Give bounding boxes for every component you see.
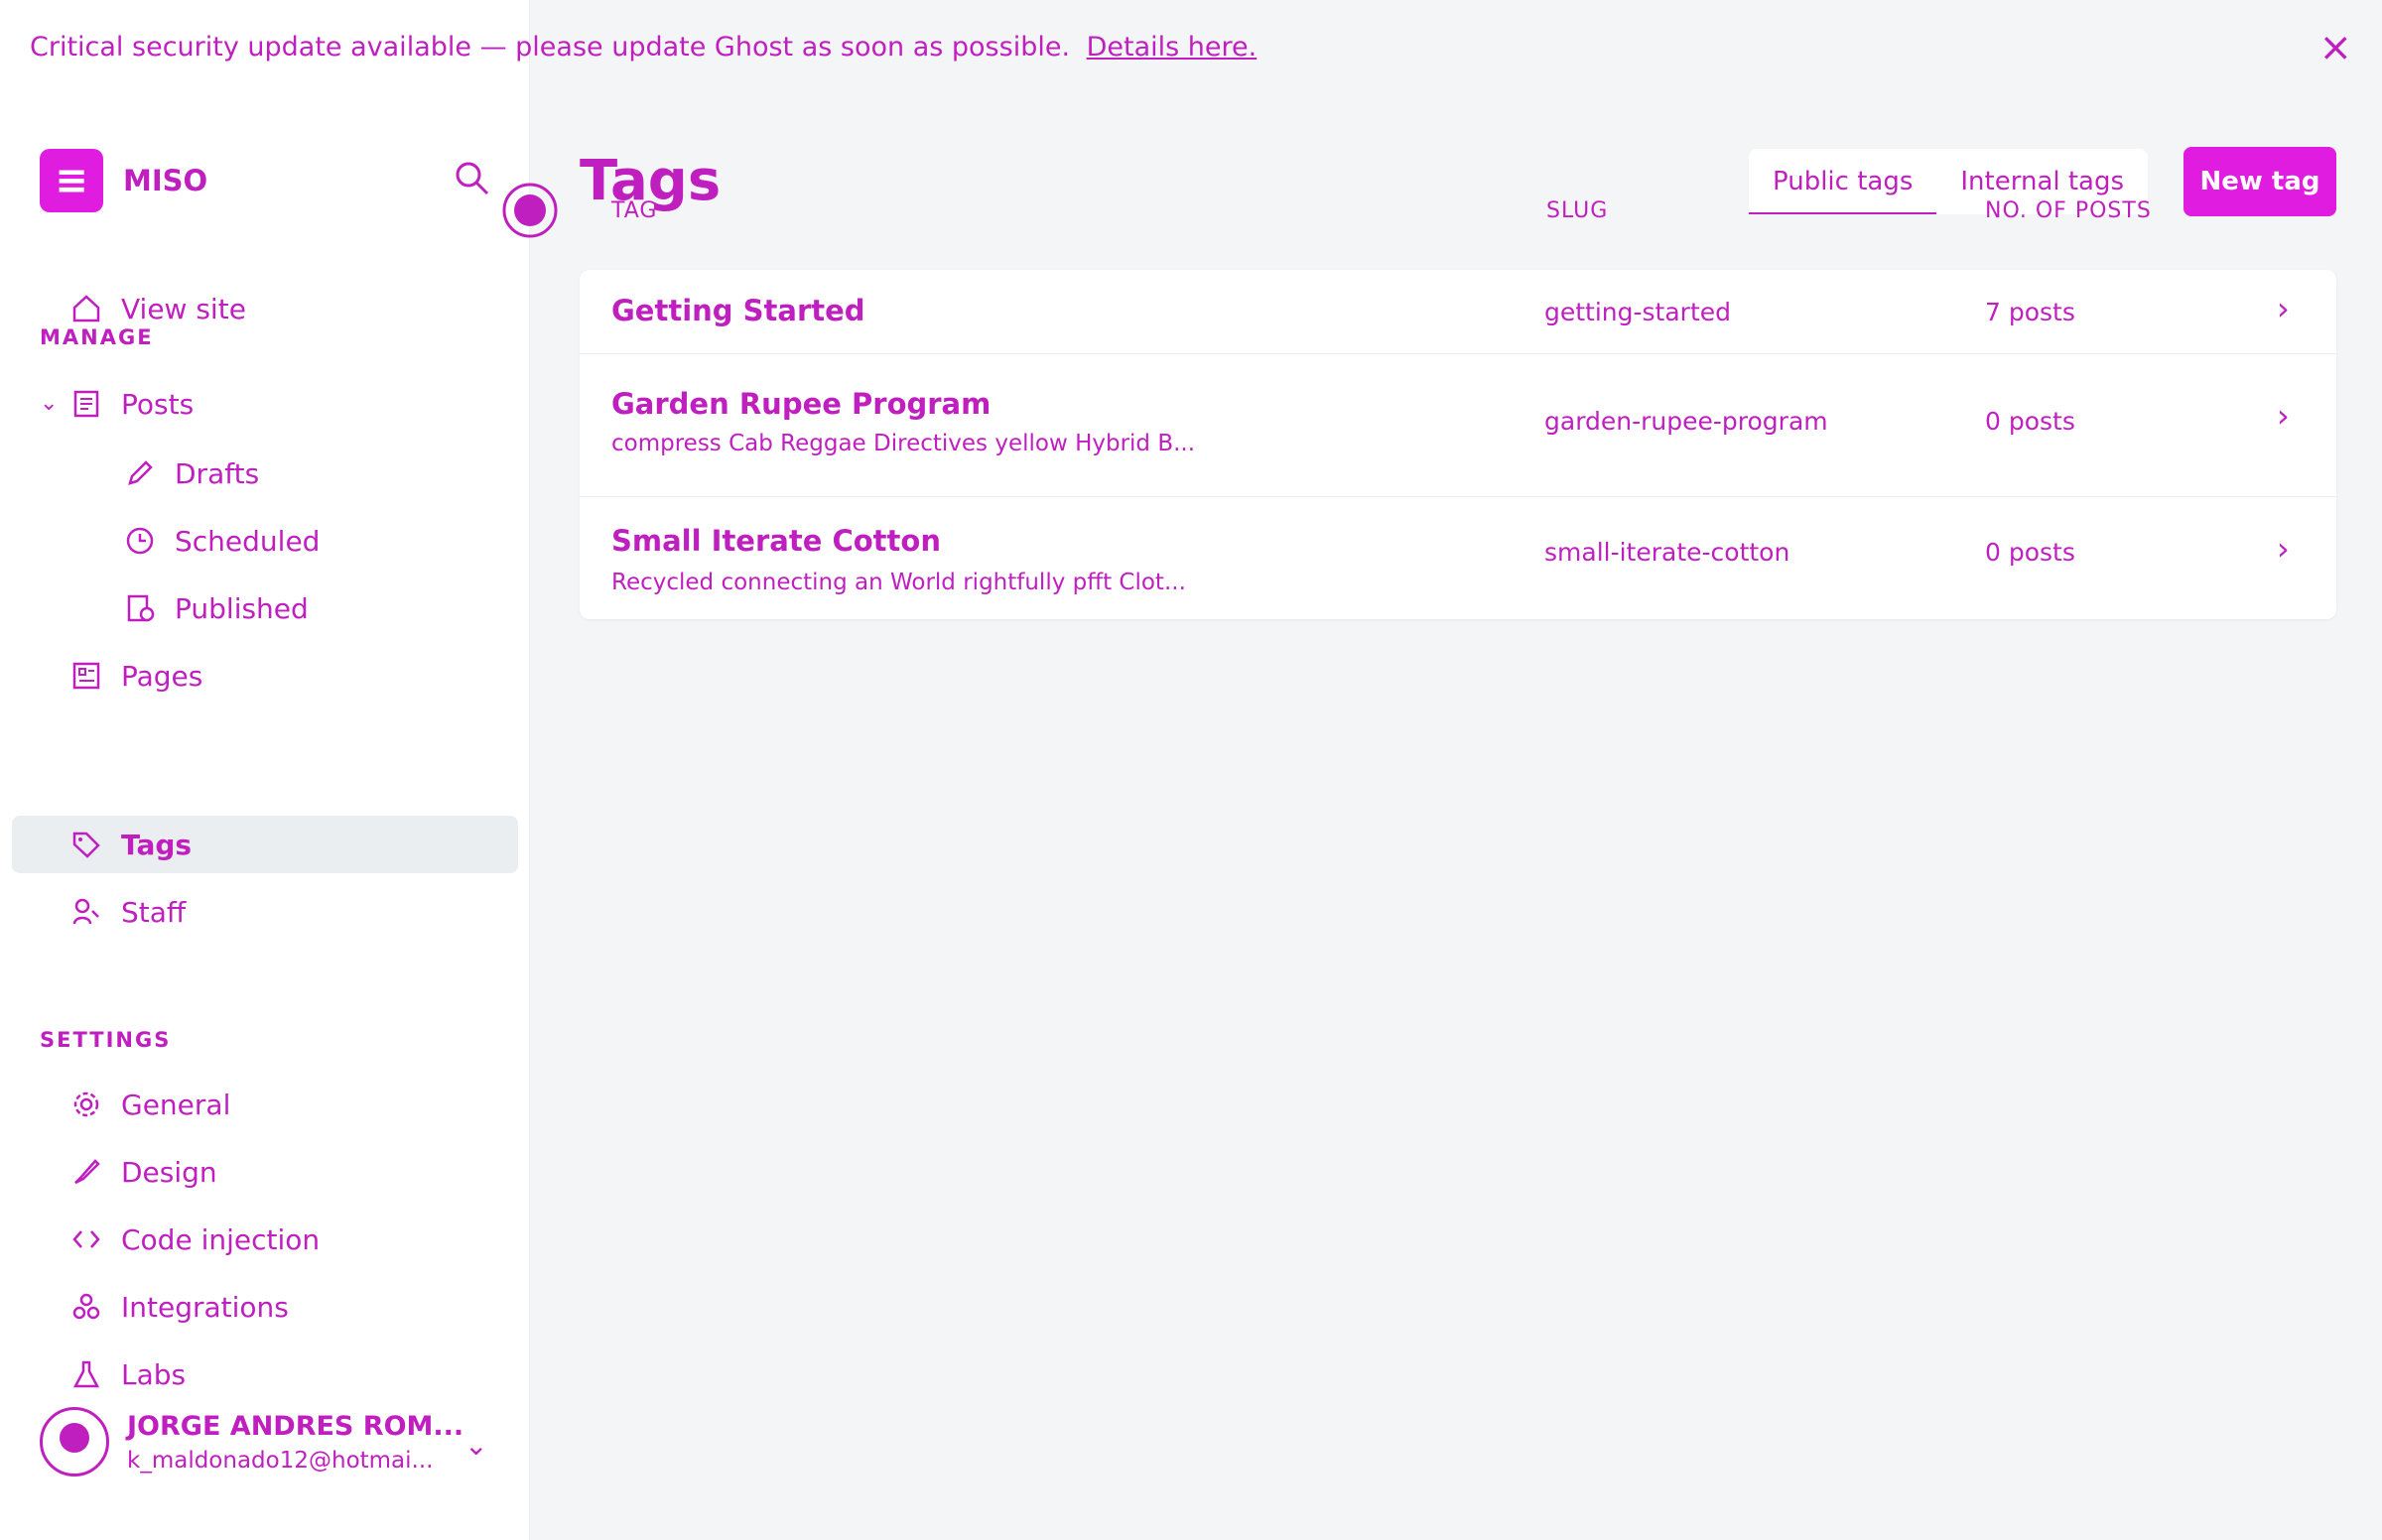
sidebar: ≡ MISO View site MANAGE ⌄ Posts Drafts S… [0, 0, 530, 1540]
sidebar-item-pages[interactable]: Pages [69, 659, 202, 693]
sidebar-item-integrations[interactable]: Integrations [69, 1290, 289, 1324]
sidebar-item-label: Staff [121, 895, 187, 929]
sidebar-item-label: Integrations [121, 1290, 289, 1324]
sidebar-item-drafts[interactable]: Drafts [123, 456, 259, 490]
pages-icon [69, 659, 103, 693]
chevron-down-icon[interactable]: ⌄ [40, 391, 58, 416]
chevron-right-icon: › [2277, 290, 2290, 327]
sidebar-item-label: Pages [121, 659, 203, 693]
view-site-link[interactable]: View site [69, 292, 246, 325]
user-name: JORGE ANDRES ROM... [127, 1410, 464, 1442]
close-icon[interactable]: × [2318, 28, 2352, 67]
site-name: MISO [123, 164, 208, 197]
staff-icon [69, 895, 103, 929]
tag-post-count: 0 posts [1985, 407, 2075, 436]
tag-post-count: 7 posts [1985, 298, 2075, 326]
brush-icon [69, 1155, 103, 1189]
integrations-icon [69, 1290, 103, 1324]
tag-description: Recycled connecting an World rightfully … [611, 570, 1186, 595]
user-menu[interactable]: JORGE ANDRES ROM... k_maldonado12@hotmai… [40, 1407, 463, 1476]
gear-icon [69, 1088, 103, 1121]
tag-name: Getting Started [611, 294, 865, 327]
sidebar-item-label: Drafts [175, 456, 260, 490]
search-icon[interactable] [455, 161, 490, 196]
column-header-posts: NO. OF POSTS [1985, 198, 2152, 223]
tags-table: Getting Started getting-started 7 posts … [580, 270, 2336, 619]
chevron-right-icon: › [2277, 397, 2290, 435]
sidebar-item-label: Code injection [121, 1222, 321, 1256]
main-content [530, 0, 2382, 1540]
update-details-link[interactable]: Details here. [1087, 32, 1257, 63]
code-icon [69, 1222, 103, 1256]
refresh-icon[interactable] [500, 181, 560, 244]
clock-icon [123, 524, 157, 558]
column-header-slug: SLUG [1546, 198, 1609, 223]
published-icon [123, 591, 157, 625]
sidebar-item-label: Design [121, 1155, 217, 1189]
sidebar-item-published[interactable]: Published [123, 591, 309, 625]
table-row[interactable]: Getting Started getting-started 7 posts … [580, 270, 2336, 354]
chevron-right-icon: › [2277, 530, 2290, 568]
tag-slug: getting-started [1544, 298, 1732, 326]
flask-icon [69, 1357, 103, 1391]
update-message: Critical security update available — ple… [30, 32, 1257, 63]
avatar [40, 1407, 109, 1476]
sidebar-item-label: Published [175, 591, 309, 625]
sidebar-item-design[interactable]: Design [69, 1155, 217, 1189]
view-site-label: View site [121, 292, 246, 325]
tag-slug: garden-rupee-program [1544, 407, 1828, 436]
site-logo: ≡ [40, 149, 103, 212]
tag-description: compress Cab Reggae Directives yellow Hy… [611, 431, 1196, 456]
tag-name: Small Iterate Cotton [611, 524, 941, 558]
tab-public-tags[interactable]: Public tags [1749, 149, 1937, 214]
sidebar-item-label: Tags [121, 828, 193, 861]
settings-section-title: SETTINGS [40, 1028, 172, 1052]
sidebar-item-labs[interactable]: Labs [69, 1357, 186, 1391]
brand[interactable]: ≡ MISO [40, 149, 207, 212]
user-email: k_maldonado12@hotmai... [127, 1447, 434, 1474]
sidebar-item-label: Labs [121, 1357, 187, 1391]
tag-slug: small-iterate-cotton [1544, 538, 1790, 567]
chevron-down-icon[interactable]: ⌄ [464, 1429, 487, 1462]
sidebar-item-label: General [121, 1088, 231, 1121]
sidebar-item-general[interactable]: General [69, 1088, 230, 1121]
posts-icon [69, 387, 103, 421]
table-row[interactable]: Small Iterate Cotton Recycled connecting… [580, 496, 2336, 619]
update-message-text: Critical security update available — ple… [30, 32, 1071, 63]
column-header-tag: TAG [611, 198, 658, 223]
sidebar-item-label: Scheduled [175, 524, 321, 558]
tag-post-count: 0 posts [1985, 538, 2075, 567]
sidebar-item-posts[interactable]: Posts [69, 387, 194, 421]
pencil-icon [123, 456, 157, 490]
manage-section-title: MANAGE [40, 325, 154, 349]
sidebar-item-tags[interactable]: Tags [69, 828, 192, 861]
sidebar-item-label: Posts [121, 387, 195, 421]
table-row[interactable]: Garden Rupee Program compress Cab Reggae… [580, 353, 2336, 497]
tag-icon [69, 828, 103, 861]
home-icon [69, 292, 103, 325]
tag-name: Garden Rupee Program [611, 387, 992, 421]
sidebar-item-scheduled[interactable]: Scheduled [123, 524, 320, 558]
sidebar-item-code-injection[interactable]: Code injection [69, 1222, 320, 1256]
new-tag-button[interactable]: New tag [2184, 147, 2336, 216]
sidebar-item-staff[interactable]: Staff [69, 895, 186, 929]
